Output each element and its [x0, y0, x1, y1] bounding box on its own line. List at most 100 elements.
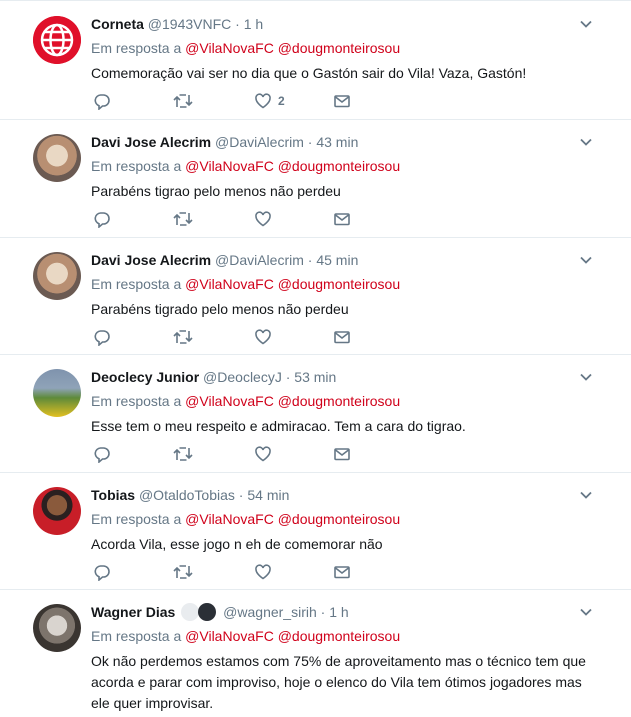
mention-link[interactable]: @dougmonteirosou — [278, 511, 400, 527]
top-divider — [0, 0, 631, 1]
timestamp[interactable]: 43 min — [316, 134, 358, 150]
retweet-icon[interactable] — [173, 563, 193, 581]
timestamp[interactable]: 45 min — [316, 252, 358, 268]
heart-icon[interactable] — [254, 563, 272, 581]
user-name[interactable]: Corneta — [91, 16, 144, 32]
globe-logo-icon — [33, 16, 81, 64]
user-name[interactable]: Tobias — [91, 487, 135, 503]
tweet-text: Esse tem o meu respeito e admiracao. Tem… — [91, 418, 466, 434]
separator-dot: · — [285, 369, 291, 385]
reply-icon[interactable] — [93, 328, 111, 346]
message-icon[interactable] — [333, 210, 351, 228]
reply-icon[interactable] — [93, 445, 111, 463]
mention-link[interactable]: @VilaNovaFC — [185, 158, 274, 174]
tweet-text: Ok não perdemos estamos com 75% de aprov… — [91, 653, 586, 711]
chevron-down-icon[interactable] — [578, 134, 594, 150]
user-handle[interactable]: @wagner_sirih — [223, 604, 317, 620]
tweet[interactable]: Tobias @OtaldoTobias · 54 min Em respost… — [0, 473, 631, 590]
chevron-down-icon[interactable] — [578, 252, 594, 268]
retweet-icon[interactable] — [173, 328, 193, 346]
mention-link[interactable]: @VilaNovaFC — [185, 393, 274, 409]
avatar[interactable] — [33, 16, 81, 64]
retweet-icon[interactable] — [173, 92, 193, 110]
retweet-icon[interactable] — [173, 445, 193, 463]
like-button[interactable] — [254, 445, 294, 463]
mention-link[interactable]: @VilaNovaFC — [185, 628, 274, 644]
tweet-header: Tobias @OtaldoTobias · 54 min — [91, 486, 289, 504]
user-name[interactable]: Davi Jose Alecrim — [91, 252, 211, 268]
like-button[interactable] — [254, 210, 294, 228]
circle-emoji-icon — [198, 603, 216, 621]
tweet-header: Davi Jose Alecrim @DaviAlecrim · 45 min — [91, 251, 358, 269]
tweet[interactable]: Corneta @1943VNFC · 1 h Em resposta a @V… — [0, 2, 631, 120]
tweet-header: Wagner Dias @wagner_sirih · 1 h — [91, 603, 349, 621]
circle-emoji-icon — [181, 603, 199, 621]
reply-icon[interactable] — [93, 210, 111, 228]
reply-icon[interactable] — [93, 563, 111, 581]
message-icon[interactable] — [333, 445, 351, 463]
separator-dot: · — [238, 487, 244, 503]
reply-icon[interactable] — [93, 92, 111, 110]
tweet-header: Corneta @1943VNFC · 1 h — [91, 15, 263, 33]
chevron-down-icon[interactable] — [578, 487, 594, 503]
mention-link[interactable]: @dougmonteirosou — [278, 158, 400, 174]
mention-link[interactable]: @dougmonteirosou — [278, 628, 400, 644]
tweet-text: Parabéns tigrao pelo menos não perdeu — [91, 183, 341, 199]
user-name[interactable]: Davi Jose Alecrim — [91, 134, 211, 150]
heart-icon[interactable] — [254, 328, 272, 346]
reply-prefix: Em resposta a — [91, 393, 182, 409]
user-handle[interactable]: @DaviAlecrim — [215, 134, 304, 150]
tweet[interactable]: Deoclecy Junior @DeoclecyJ · 53 min Em r… — [0, 355, 631, 473]
reply-context: Em resposta a @VilaNovaFC @dougmonteiros… — [91, 39, 400, 57]
message-icon[interactable] — [333, 328, 351, 346]
retweet-icon[interactable] — [173, 210, 193, 228]
user-name[interactable]: Wagner Dias — [91, 604, 175, 620]
like-button[interactable] — [254, 563, 294, 581]
user-handle[interactable]: @1943VNFC — [148, 16, 231, 32]
like-button[interactable] — [254, 328, 294, 346]
chevron-down-icon[interactable] — [578, 16, 594, 32]
separator-dot: · — [307, 134, 313, 150]
chevron-down-icon[interactable] — [578, 604, 594, 620]
user-name[interactable]: Deoclecy Junior — [91, 369, 199, 385]
mention-link[interactable]: @dougmonteirosou — [278, 276, 400, 292]
tweet[interactable]: Davi Jose Alecrim @DaviAlecrim · 43 min … — [0, 120, 631, 238]
reply-context: Em resposta a @VilaNovaFC @dougmonteiros… — [91, 627, 400, 645]
reply-prefix: Em resposta a — [91, 40, 182, 56]
avatar[interactable] — [33, 604, 81, 652]
separator-dot: · — [320, 604, 326, 620]
heart-icon[interactable] — [254, 210, 272, 228]
tweet[interactable]: Davi Jose Alecrim @DaviAlecrim · 45 min … — [0, 238, 631, 355]
avatar[interactable] — [33, 369, 81, 417]
like-button[interactable]: 2 — [254, 92, 294, 110]
avatar[interactable] — [33, 487, 81, 535]
heart-icon[interactable] — [254, 445, 272, 463]
reply-context: Em resposta a @VilaNovaFC @dougmonteiros… — [91, 510, 400, 528]
like-count: 2 — [278, 94, 285, 108]
tweet-text: Parabéns tigrado pelo menos não perdeu — [91, 301, 349, 317]
mention-link[interactable]: @VilaNovaFC — [185, 276, 274, 292]
heart-icon[interactable] — [254, 92, 272, 110]
mention-link[interactable]: @VilaNovaFC — [185, 511, 274, 527]
mention-link[interactable]: @dougmonteirosou — [278, 393, 400, 409]
reply-prefix: Em resposta a — [91, 276, 182, 292]
mention-link[interactable]: @dougmonteirosou — [278, 40, 400, 56]
user-handle[interactable]: @DaviAlecrim — [215, 252, 304, 268]
reply-prefix: Em resposta a — [91, 511, 182, 527]
reply-context: Em resposta a @VilaNovaFC @dougmonteiros… — [91, 157, 400, 175]
message-icon[interactable] — [333, 563, 351, 581]
timestamp[interactable]: 1 h — [244, 16, 263, 32]
avatar[interactable] — [33, 252, 81, 300]
mention-link[interactable]: @VilaNovaFC — [185, 40, 274, 56]
message-icon[interactable] — [333, 92, 351, 110]
timestamp[interactable]: 1 h — [329, 604, 348, 620]
avatar[interactable] — [33, 134, 81, 182]
reply-context: Em resposta a @VilaNovaFC @dougmonteiros… — [91, 275, 400, 293]
user-handle[interactable]: @DeoclecyJ — [203, 369, 282, 385]
timestamp[interactable]: 54 min — [247, 487, 289, 503]
tweet-header: Deoclecy Junior @DeoclecyJ · 53 min — [91, 368, 336, 386]
user-handle[interactable]: @OtaldoTobias — [139, 487, 235, 503]
chevron-down-icon[interactable] — [578, 369, 594, 385]
tweet[interactable]: Wagner Dias @wagner_sirih · 1 h Em respo… — [0, 590, 631, 717]
timestamp[interactable]: 53 min — [294, 369, 336, 385]
